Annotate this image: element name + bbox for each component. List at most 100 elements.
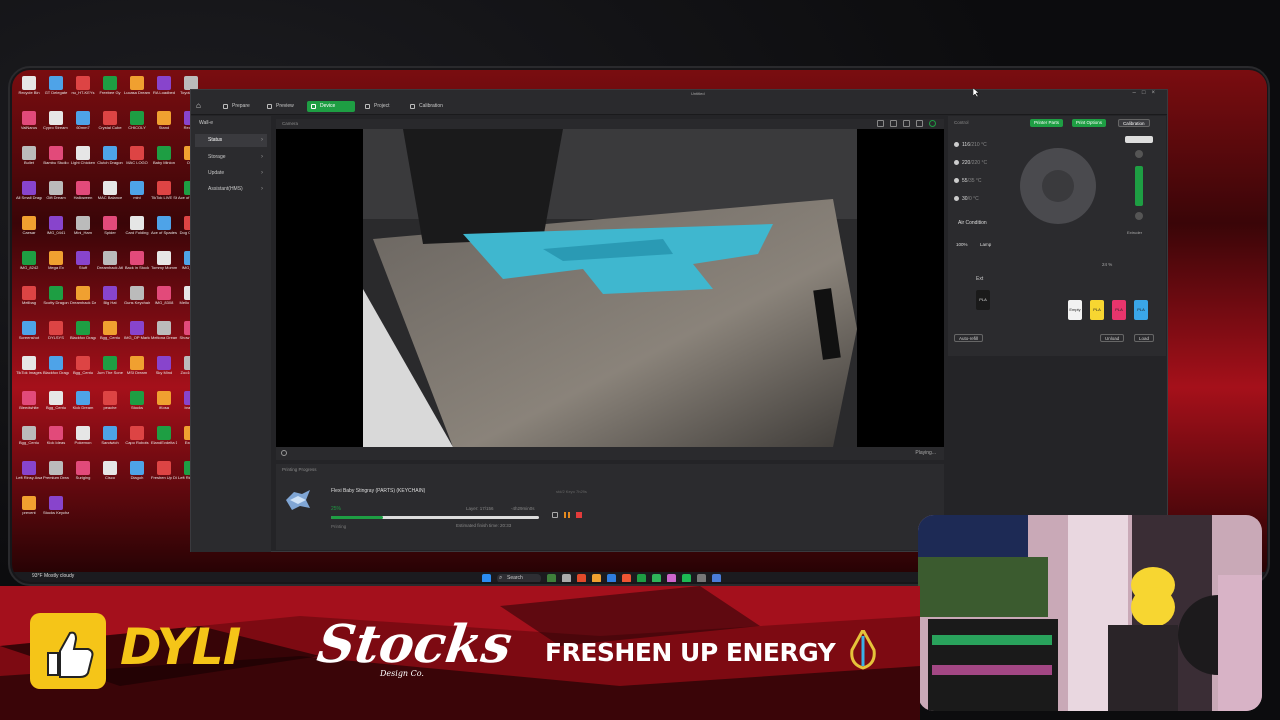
desktop-icon[interactable]: prevent	[16, 494, 42, 529]
desktop-icon[interactable]: MAC Balance	[97, 179, 123, 214]
printer-selector[interactable]: Wall-e	[199, 120, 213, 126]
desktop-icon[interactable]: RA Loadbed	[151, 74, 177, 109]
app-icon[interactable]	[667, 574, 676, 582]
taskbar-weather[interactable]: 93°F Mostly cloudy	[32, 573, 74, 579]
desktop-icon[interactable]: Stuff	[70, 249, 96, 284]
desktop-icon[interactable]: peache	[97, 389, 123, 424]
desktop-icon[interactable]: Tommy Mommy	[151, 249, 177, 284]
start-icon[interactable]	[482, 574, 491, 582]
extrude-up-icon[interactable]	[1135, 150, 1143, 158]
aux-value[interactable]: 30/0 °C	[954, 196, 979, 202]
camera-toggle-icon[interactable]	[929, 120, 936, 127]
sidebar-item-update[interactable]: Update ›	[195, 167, 267, 180]
desktop-icon[interactable]: Mega Ex	[43, 249, 69, 284]
desktop-icon[interactable]: Big Hat	[97, 284, 123, 319]
tab-prepare[interactable]: Prepare	[219, 101, 256, 112]
axis-jog-pad[interactable]	[1020, 148, 1096, 224]
desktop-icon[interactable]: Clutch Dragon	[97, 144, 123, 179]
desktop-icon[interactable]: IMG_8242	[16, 249, 42, 284]
desktop-icon[interactable]: Stocks Keychain	[43, 494, 69, 529]
desktop-icon[interactable]: Spider	[97, 214, 123, 249]
nozzle-temp[interactable]: 116/210 °C	[954, 142, 987, 148]
print-options-button[interactable]: Print Options	[1072, 119, 1107, 127]
desktop-icon[interactable]: ElandEvdelta Dragon	[151, 424, 177, 459]
desktop-icon[interactable]: Sandwich	[97, 424, 123, 459]
desktop-icon[interactable]: Bleedwhite	[16, 389, 42, 424]
desktop-icon[interactable]: 60mm7	[70, 109, 96, 144]
desktop-icon[interactable]: Bullet	[16, 144, 42, 179]
desktop-icon[interactable]: Capo Robots	[124, 424, 150, 459]
unload-button[interactable]: Unload	[1100, 334, 1125, 342]
desktop-icon[interactable]: Kick Ideas	[43, 424, 69, 459]
desktop-icon[interactable]: Pokemon	[70, 424, 96, 459]
pause-icon[interactable]	[564, 512, 570, 518]
desktop-icon[interactable]: iKosa	[151, 389, 177, 424]
desktop-icon[interactable]: mini	[124, 179, 150, 214]
desktop-icon[interactable]: nu_HT-KEYs	[70, 74, 96, 109]
desktop-icon[interactable]: Dreamhack Atlanta	[97, 249, 123, 284]
desktop-icon[interactable]: IMG_0441	[43, 214, 69, 249]
printer-parts-button[interactable]: Printer Parts	[1030, 119, 1064, 127]
app-icon[interactable]	[547, 574, 556, 582]
desktop-icon[interactable]: Blackfox Dragon	[43, 354, 69, 389]
desktop-icon[interactable]: Caesar	[16, 214, 42, 249]
desktop-icon[interactable]: Ace of Spades	[151, 214, 177, 249]
desktop-icon[interactable]: Crystal Cube	[97, 109, 123, 144]
app-icon[interactable]	[697, 574, 706, 582]
fullscreen-icon[interactable]	[916, 120, 923, 127]
desktop-icon[interactable]: Left Rinsy Awards	[16, 459, 42, 494]
desktop-icon[interactable]: Premium Dream	[43, 459, 69, 494]
sidebar-item-hms[interactable]: Assistant(HMS) ›	[195, 183, 267, 196]
desktop-icon[interactable]: Recycle Bin	[16, 74, 42, 109]
desktop-icon[interactable]: CHICOLY	[124, 109, 150, 144]
tab-project[interactable]: Project	[361, 101, 396, 112]
desktop-icon[interactable]: Bgg_Centu	[97, 319, 123, 354]
desktop-icon[interactable]: Cypro Stream Deck	[43, 109, 69, 144]
folder-icon[interactable]	[592, 574, 601, 582]
trash-icon[interactable]	[903, 120, 910, 127]
desktop-icon[interactable]: Meltona Dream	[151, 319, 177, 354]
desktop-icon[interactable]: Freshen Up Display	[151, 459, 177, 494]
desktop-icon[interactable]: MSI Dream	[124, 354, 150, 389]
app-icon[interactable]	[577, 574, 586, 582]
desktop-icon[interactable]: Stand	[151, 109, 177, 144]
recording-icon[interactable]	[890, 120, 897, 127]
spotify-icon[interactable]	[682, 574, 691, 582]
desktop-icon[interactable]: ValNarus	[16, 109, 42, 144]
tab-calibration[interactable]: Calibration	[406, 101, 449, 112]
desktop-icon[interactable]: Screenshot	[16, 319, 42, 354]
taskview-icon[interactable]	[562, 574, 571, 582]
bed-temp[interactable]: 220/220 °C	[954, 160, 987, 166]
desktop-icon[interactable]: Freebee Gy	[97, 74, 123, 109]
extruder-toggle[interactable]	[1125, 136, 1153, 143]
load-button[interactable]: Load	[1134, 334, 1155, 342]
chamber-value[interactable]: 55/35 °C	[954, 178, 982, 184]
ams-slot-4[interactable]: PLA	[1134, 300, 1148, 320]
jog-home-button[interactable]	[1042, 170, 1074, 202]
ams-slot-2[interactable]: PLA	[1090, 300, 1104, 320]
desktop-icon[interactable]: Bgg_Centu	[43, 389, 69, 424]
desktop-icon[interactable]: Dreamhack Dallas	[70, 284, 96, 319]
timelapse-icon[interactable]	[877, 120, 884, 127]
app-icon[interactable]	[607, 574, 616, 582]
bambu-icon[interactable]	[637, 574, 646, 582]
desktop-icon[interactable]: Cisco	[97, 459, 123, 494]
calibration-button[interactable]: Calibration	[1118, 119, 1150, 127]
desktop-icon[interactable]: Sky Mind	[151, 354, 177, 389]
taskbar-search[interactable]: Search	[497, 574, 541, 582]
desktop-icon[interactable]: MAC LOGO	[124, 144, 150, 179]
desktop-icon[interactable]: Halloween	[70, 179, 96, 214]
ext-spool[interactable]: PLA	[976, 290, 990, 310]
desktop-icon[interactable]: Light Chicken	[70, 144, 96, 179]
desktop-icon[interactable]: Blackfox Dragon	[70, 319, 96, 354]
desktop-icon[interactable]: Bgg_Centu	[16, 424, 42, 459]
app-icon[interactable]	[652, 574, 661, 582]
desktop-icon[interactable]: Gift Dream	[43, 179, 69, 214]
desktop-icon[interactable]: Mini_Ham	[70, 214, 96, 249]
home-icon[interactable]: ⌂	[196, 102, 204, 110]
desktop-icon[interactable]: Scotty Dragon	[43, 284, 69, 319]
camera-settings-icon[interactable]	[281, 450, 287, 456]
ams-slot-1[interactable]: Empty	[1068, 300, 1082, 320]
desktop-icon[interactable]: Bgg_Centu	[70, 354, 96, 389]
desktop-icon[interactable]: Stocks	[124, 389, 150, 424]
